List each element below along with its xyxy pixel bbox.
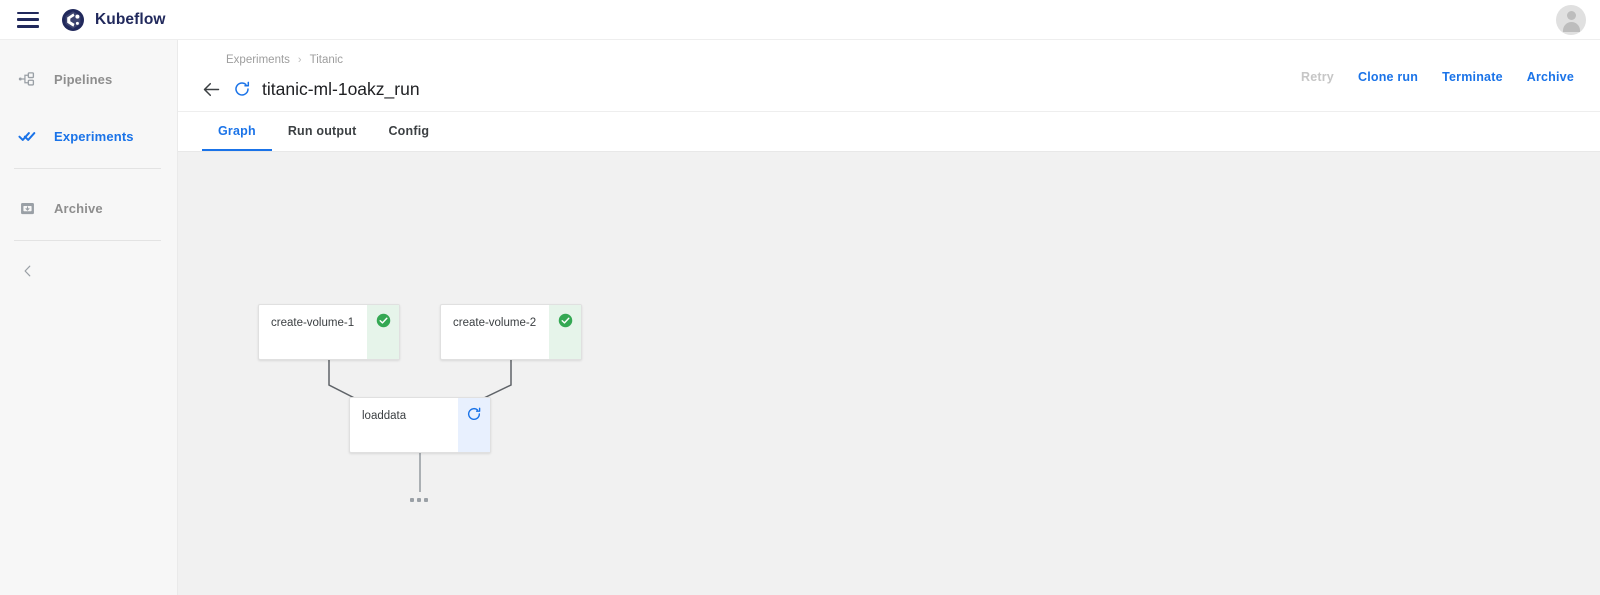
tab-config[interactable]: Config <box>372 112 445 151</box>
node-status-band <box>549 305 581 359</box>
ellipsis-more-icon[interactable] <box>410 498 428 502</box>
top-app-bar: Kubeflow <box>0 0 1600 40</box>
sidebar-item-archive[interactable]: Archive <box>0 190 177 226</box>
node-body: create-volume-1 <box>259 305 367 359</box>
terminate-button[interactable]: Terminate <box>1430 64 1515 90</box>
node-status-band <box>458 398 490 452</box>
hamburger-menu-icon[interactable] <box>17 11 39 28</box>
breadcrumb-item-titanic[interactable]: Titanic <box>310 54 343 66</box>
node-label: create-volume-1 <box>271 317 355 329</box>
graph-node-loaddata[interactable]: loaddata <box>349 397 491 453</box>
clone-run-button[interactable]: Clone run <box>1346 64 1430 90</box>
brand-area[interactable]: Kubeflow <box>61 8 166 32</box>
tab-graph[interactable]: Graph <box>202 112 272 151</box>
sidebar-item-label: Archive <box>54 200 103 216</box>
page-header: Experiments › Titanic titanic-ml-1oakz_r… <box>178 40 1600 112</box>
title-row: titanic-ml-1oakz_run <box>198 76 420 102</box>
node-status-band <box>367 305 399 359</box>
left-sidebar: Pipelines Experiments Archive <box>0 40 178 595</box>
tab-bar: Graph Run output Config <box>178 112 1600 152</box>
breadcrumb: Experiments › Titanic <box>226 54 343 66</box>
graph-node-create-volume-2[interactable]: create-volume-2 <box>440 304 582 360</box>
node-body: loaddata <box>350 398 458 452</box>
graph-node-create-volume-1[interactable]: create-volume-1 <box>258 304 400 360</box>
archive-button[interactable]: Archive <box>1515 64 1586 90</box>
sidebar-item-experiments[interactable]: Experiments <box>0 118 177 154</box>
brand-name: Kubeflow <box>95 10 166 28</box>
pipelines-icon <box>16 68 38 90</box>
experiments-double-check-icon <box>16 125 38 147</box>
node-label: create-volume-2 <box>453 317 537 329</box>
breadcrumb-separator-icon: › <box>297 54 302 66</box>
sidebar-divider-2 <box>14 240 161 241</box>
page-title: titanic-ml-1oakz_run <box>262 78 420 99</box>
check-circle-icon <box>558 313 573 333</box>
chevron-left-icon <box>21 264 35 283</box>
graph-edges <box>328 360 512 492</box>
sidebar-item-label: Experiments <box>54 128 134 144</box>
sidebar-collapse-button[interactable] <box>14 259 42 287</box>
header-actions: Retry Clone run Terminate Archive <box>1289 64 1586 90</box>
user-avatar-icon[interactable] <box>1556 5 1586 35</box>
tab-run-output[interactable]: Run output <box>272 112 373 151</box>
kubeflow-logo-icon <box>61 8 85 32</box>
archive-box-icon <box>16 197 38 219</box>
running-spinner-icon <box>466 406 482 427</box>
check-circle-icon <box>376 313 391 333</box>
sidebar-divider-1 <box>14 168 161 169</box>
sidebar-item-label: Pipelines <box>54 71 113 87</box>
running-spinner-icon <box>232 79 252 99</box>
back-arrow-icon[interactable] <box>198 76 224 102</box>
main-content: Experiments › Titanic titanic-ml-1oakz_r… <box>178 40 1600 595</box>
sidebar-item-pipelines[interactable]: Pipelines <box>0 61 177 97</box>
retry-button[interactable]: Retry <box>1289 64 1346 90</box>
pipeline-graph-canvas[interactable]: create-volume-1 create-volume-2 loaddata <box>178 152 1600 595</box>
node-body: create-volume-2 <box>441 305 549 359</box>
breadcrumb-item-experiments[interactable]: Experiments <box>226 54 290 66</box>
kubeflow-run-details-page: Kubeflow Pipelines Experiments Archive E… <box>0 0 1600 595</box>
node-label: loaddata <box>362 410 407 422</box>
